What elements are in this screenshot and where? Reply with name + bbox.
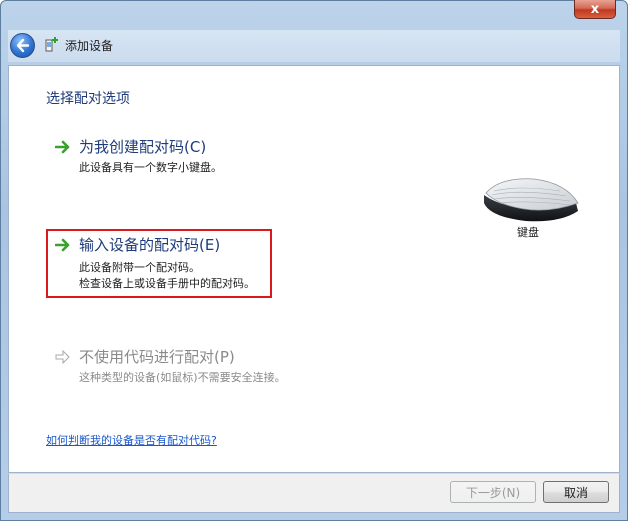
- close-button[interactable]: x: [574, 0, 616, 19]
- option-create-code[interactable]: 为我创建配对码(C): [79, 136, 206, 157]
- disabled-arrow-icon: [55, 350, 70, 364]
- add-device-icon: [45, 37, 58, 52]
- device-label: 键盘: [517, 226, 539, 239]
- help-link[interactable]: 如何判断我的设备是否有配对代码?: [46, 432, 217, 448]
- option-description: 此设备具有一个数字小键盘。: [79, 161, 222, 174]
- page-title: 选择配对选项: [46, 91, 130, 107]
- keyboard-icon: [484, 178, 579, 222]
- back-button[interactable]: [10, 33, 35, 58]
- option-no-code: 不使用代码进行配对(P): [79, 348, 235, 366]
- next-button: 下一步(N): [450, 481, 536, 503]
- option-description: 这种类型的设备(如鼠标)不需要安全连接。: [79, 371, 286, 384]
- green-arrow-icon: [55, 140, 70, 154]
- back-arrow-icon: [16, 38, 30, 53]
- close-icon: x: [590, 1, 600, 17]
- cancel-button[interactable]: 取消: [543, 481, 609, 503]
- window-title: 添加设备: [65, 39, 114, 53]
- highlight-box: [46, 229, 272, 298]
